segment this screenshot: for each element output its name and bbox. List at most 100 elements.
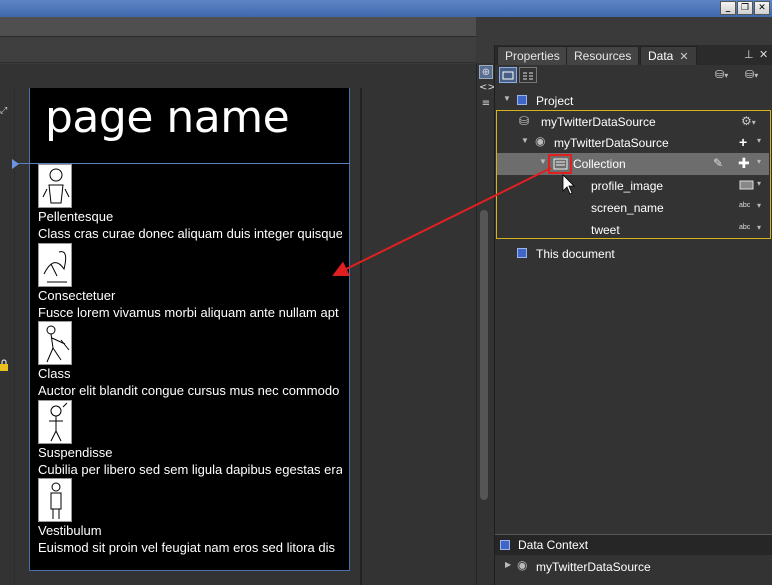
expand-arrow-icon[interactable]: ▶ bbox=[505, 560, 511, 569]
tree-row-profile-image[interactable]: profile_image ▾ bbox=[495, 175, 772, 197]
data-context-title: Data Context bbox=[518, 538, 589, 552]
profile-image bbox=[38, 399, 72, 444]
tweet-text: Auctor elit blandit congue cursus mus ne… bbox=[38, 383, 340, 398]
screen-name-text: Class bbox=[38, 366, 71, 381]
tree-row-datasource-child[interactable]: ▼ ◉ myTwitterDataSource + ▾ bbox=[495, 132, 772, 154]
tab-properties[interactable]: Properties bbox=[497, 46, 568, 65]
create-sample-data-icon[interactable]: ⛁▾ bbox=[745, 68, 758, 81]
chevron-down-icon[interactable]: ▾ bbox=[757, 157, 761, 166]
tree-row-datasource[interactable]: ⛁ myTwitterDataSource ⚙ ▾ bbox=[495, 111, 772, 133]
list-item[interactable]: Pellentesque Class cras curae donec aliqu… bbox=[38, 164, 348, 243]
details-mode-icon bbox=[523, 72, 533, 80]
chevron-down-icon[interactable]: ▾ bbox=[757, 179, 761, 188]
data-panel-toolbar: ⛁▾ ⛁▾ bbox=[495, 65, 772, 87]
list-item[interactable]: Suspendisse Cubilia per libero sed sem li… bbox=[38, 399, 348, 479]
tweet-text: Class cras curae donec aliquam duis inte… bbox=[38, 226, 342, 241]
project-icon bbox=[517, 95, 527, 105]
add-property-button[interactable]: + bbox=[739, 134, 747, 150]
resize-icon[interactable]: ⤢ bbox=[0, 106, 8, 116]
screen-name-text: Pellentesque bbox=[38, 209, 114, 224]
screen-name-text: Suspendisse bbox=[38, 444, 113, 460]
pan-icon[interactable]: ⊕ bbox=[479, 65, 493, 79]
lock-icon[interactable] bbox=[0, 359, 8, 371]
string-type-icon[interactable]: abc bbox=[739, 224, 750, 231]
list-mode-icon bbox=[502, 71, 514, 80]
guide-marker-icon[interactable] bbox=[12, 159, 19, 169]
tree-label: myTwitterDataSource bbox=[554, 136, 669, 150]
close-button[interactable]: ✕ bbox=[754, 1, 770, 15]
screen-name-text: Vestibulum bbox=[38, 523, 102, 538]
tree-row-collection[interactable]: ▼ Collection ✎ ✚ ▾ bbox=[495, 153, 772, 175]
tree-row-screen-name[interactable]: screen_name abc ▾ bbox=[495, 197, 772, 219]
create-data-source-icon[interactable]: ⛁▾ bbox=[715, 68, 728, 81]
tree-label: tweet bbox=[591, 223, 620, 237]
selection-guide-line bbox=[14, 163, 350, 164]
document-tab-bar bbox=[0, 17, 476, 37]
datasource-options-icon[interactable]: ⚙ ▾ bbox=[741, 114, 756, 128]
string-type-icon[interactable]: abc bbox=[739, 202, 750, 209]
object-icon: ◉ bbox=[535, 134, 546, 148]
window-controls: _ ❐ ✕ bbox=[720, 1, 770, 15]
tab-resources[interactable]: Resources bbox=[566, 46, 640, 65]
expand-arrow-icon[interactable]: ▼ bbox=[503, 94, 511, 103]
code-view-icon[interactable]: <> bbox=[479, 81, 496, 95]
image-type-icon[interactable] bbox=[739, 179, 757, 191]
edit-icon[interactable]: ✎ bbox=[713, 156, 723, 170]
tab-label: Resources bbox=[574, 49, 632, 63]
list-item[interactable]: Class Auctor elit blandit congue cursus m… bbox=[38, 321, 348, 400]
tab-label: Properties bbox=[505, 49, 560, 63]
page-title[interactable]: page name bbox=[45, 92, 290, 143]
tweet-text: Cubilia per libero sed sem ligula dapibu… bbox=[38, 461, 342, 477]
add-icon[interactable]: ✚ bbox=[738, 155, 750, 172]
tab-data[interactable]: Data ✕ bbox=[640, 46, 697, 65]
object-icon: ◉ bbox=[517, 558, 528, 572]
profile-image bbox=[38, 478, 72, 522]
screen-name-text: Consectetuer bbox=[38, 287, 116, 303]
tree-label: screen_name bbox=[591, 201, 664, 215]
tree-label: myTwitterDataSource bbox=[536, 560, 651, 574]
tree-label: Project bbox=[536, 94, 574, 108]
tree-label: myTwitterDataSource bbox=[541, 115, 656, 129]
close-icon[interactable]: ✕ bbox=[679, 51, 688, 63]
breadcrumb-bar bbox=[0, 37, 476, 63]
profile-image bbox=[38, 321, 72, 365]
chevron-down-icon[interactable]: ▾ bbox=[757, 136, 761, 145]
split-view-icon[interactable]: ≡ bbox=[479, 97, 493, 111]
panel-tabs: Properties Resources Data ✕ ⊥ ✕ bbox=[495, 45, 772, 65]
restore-button[interactable]: ❐ bbox=[737, 1, 753, 15]
chevron-down-icon[interactable]: ▾ bbox=[757, 223, 761, 232]
document-icon bbox=[517, 248, 527, 258]
blend-window: _ ❐ ✕ ⤢ page name Pellentesque Class cras… bbox=[0, 0, 772, 585]
profile-image bbox=[38, 164, 72, 208]
tweet-text: Euismod sit proin vel feugiat nam eros s… bbox=[38, 540, 335, 555]
data-context-item[interactable]: ▶ ◉ myTwitterDataSource bbox=[495, 556, 772, 578]
data-panel: Properties Resources Data ✕ ⊥ ✕ ⛁▾ ⛁▾ ▼ P… bbox=[494, 45, 772, 585]
details-mode-button[interactable] bbox=[519, 67, 537, 83]
tree-row-tweet[interactable]: tweet abc ▾ bbox=[495, 219, 772, 241]
expand-arrow-icon[interactable]: ▼ bbox=[521, 136, 529, 145]
artboard-right-edge bbox=[360, 88, 362, 585]
data-context-header[interactable]: Data Context bbox=[495, 534, 772, 555]
list-item[interactable]: Consectetuer Fusce lorem vivamus morbi al… bbox=[38, 242, 348, 322]
artboard-page[interactable]: page name Pellentesque Class cras curae d… bbox=[29, 88, 350, 571]
tree-label: This document bbox=[536, 247, 615, 261]
database-icon: ⛁ bbox=[519, 114, 530, 128]
tab-label: Data bbox=[648, 49, 674, 63]
tree-label: Collection bbox=[573, 157, 626, 171]
tweet-list[interactable]: Pellentesque Class cras curae donec aliqu… bbox=[38, 164, 348, 557]
tree-label: profile_image bbox=[591, 179, 664, 193]
profile-image bbox=[38, 242, 72, 287]
data-context-icon bbox=[500, 540, 510, 550]
drag-source-highlight bbox=[548, 154, 572, 174]
list-item[interactable]: Vestibulum Euismod sit proin vel feugiat … bbox=[38, 478, 348, 557]
chevron-down-icon[interactable]: ▾ bbox=[757, 201, 761, 210]
expand-arrow-icon[interactable]: ▼ bbox=[539, 157, 547, 166]
minimize-button[interactable]: _ bbox=[720, 1, 736, 15]
panel-scrollbar[interactable] bbox=[480, 210, 488, 500]
tree-row-this-document[interactable]: This document bbox=[495, 243, 772, 265]
tree-row-project[interactable]: ▼ Project bbox=[495, 90, 772, 112]
list-mode-button[interactable] bbox=[499, 67, 517, 83]
tweet-text: Fusce lorem vivamus morbi aliquam ante n… bbox=[38, 304, 339, 320]
pin-icon[interactable]: ⊥ bbox=[744, 48, 754, 61]
panel-close-icon[interactable]: ✕ bbox=[759, 48, 768, 61]
